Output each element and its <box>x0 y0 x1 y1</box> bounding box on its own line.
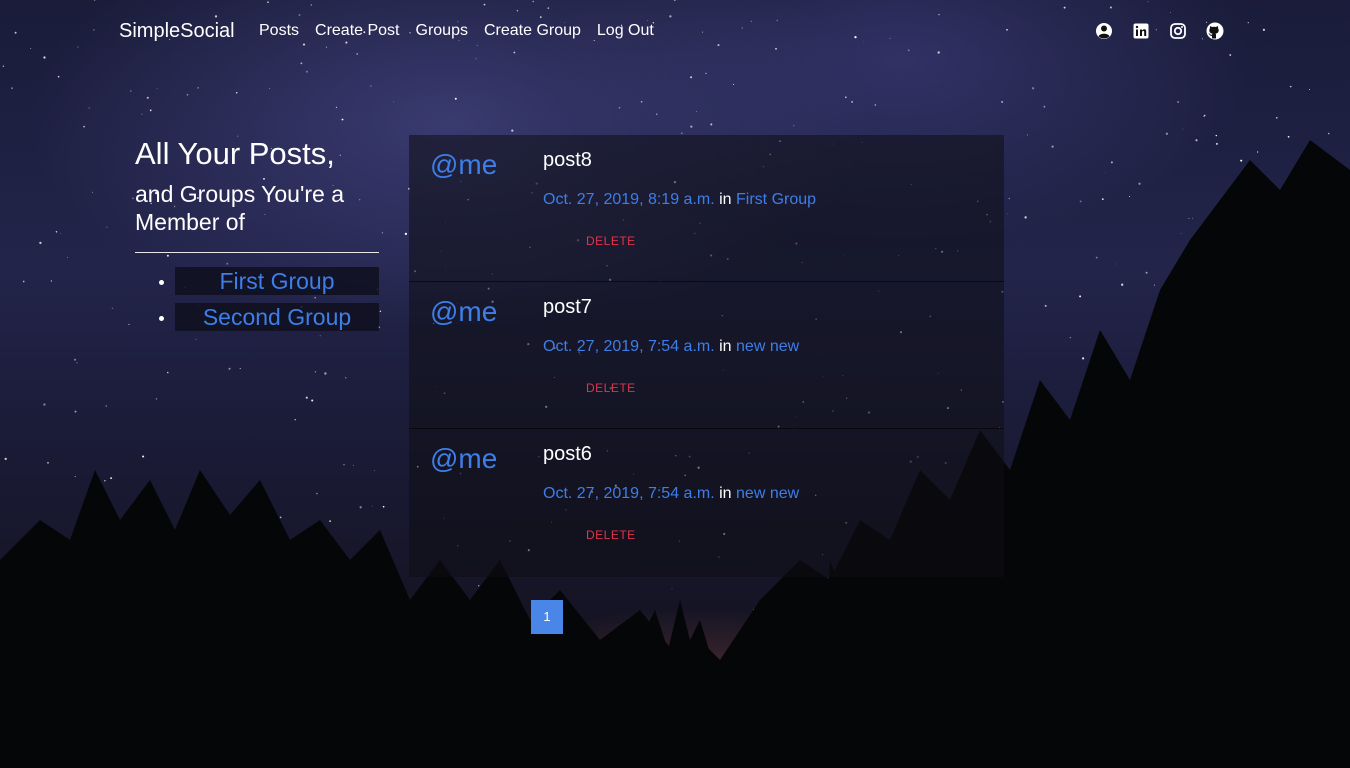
group-link-first-group[interactable]: First Group <box>175 267 379 295</box>
post-meta: Oct. 27, 2019, 7:54 a.m. in new new <box>543 485 799 503</box>
post-meta: Oct. 27, 2019, 7:54 a.m. in new new <box>543 338 799 356</box>
nav-link-groups[interactable]: Groups <box>416 22 468 40</box>
sidebar-subtitle: and Groups You're a Member of <box>135 181 344 235</box>
in-label: in <box>719 338 732 355</box>
sidebar: All Your Posts, and Groups You're a Memb… <box>135 136 379 339</box>
post-author-link[interactable]: @me <box>430 296 497 328</box>
social-links <box>1094 21 1225 41</box>
post-list: @me post8 Oct. 27, 2019, 8:19 a.m. in Fi… <box>409 135 1004 577</box>
group-link-second-group[interactable]: Second Group <box>175 303 379 331</box>
sidebar-title: All Your Posts, <box>135 136 335 171</box>
post-author-link[interactable]: @me <box>430 149 497 181</box>
delete-button[interactable]: DELETE <box>586 381 636 395</box>
github-icon[interactable] <box>1205 21 1225 41</box>
user-circle-icon[interactable] <box>1094 21 1114 41</box>
in-label: in <box>719 485 732 502</box>
sidebar-divider <box>135 252 379 253</box>
nav-link-create-group[interactable]: Create Group <box>484 22 581 40</box>
list-item: Second Group <box>159 303 379 331</box>
post-group-link[interactable]: First Group <box>736 191 816 208</box>
post-title: post6 <box>543 443 592 465</box>
post-date-link[interactable]: Oct. 27, 2019, 8:19 a.m. <box>543 191 715 208</box>
nav-link-log-out[interactable]: Log Out <box>597 22 654 40</box>
post-group-link[interactable]: new new <box>736 485 799 502</box>
page-button-current[interactable]: 1 <box>531 600 563 634</box>
linkedin-icon[interactable] <box>1131 21 1151 41</box>
post-item: @me post8 Oct. 27, 2019, 8:19 a.m. in Fi… <box>409 135 1004 282</box>
post-meta: Oct. 27, 2019, 8:19 a.m. in First Group <box>543 191 816 209</box>
post-item: @me post6 Oct. 27, 2019, 7:54 a.m. in ne… <box>409 429 1004 577</box>
post-title: post7 <box>543 296 592 318</box>
top-navbar: SimpleSocial Posts Create Post Groups Cr… <box>0 0 1350 64</box>
post-group-link[interactable]: new new <box>736 338 799 355</box>
group-list: First Group Second Group <box>135 267 379 331</box>
nav-links: Posts Create Post Groups Create Group Lo… <box>259 22 654 40</box>
brand-link[interactable]: SimpleSocial <box>119 20 235 43</box>
delete-button[interactable]: DELETE <box>586 528 636 542</box>
post-author-link[interactable]: @me <box>430 443 497 475</box>
list-item: First Group <box>159 267 379 295</box>
delete-button[interactable]: DELETE <box>586 234 636 248</box>
pagination: 1 <box>531 600 563 634</box>
nav-link-create-post[interactable]: Create Post <box>315 22 399 40</box>
in-label: in <box>719 191 732 208</box>
nav-link-posts[interactable]: Posts <box>259 22 299 40</box>
post-item: @me post7 Oct. 27, 2019, 7:54 a.m. in ne… <box>409 282 1004 429</box>
instagram-icon[interactable] <box>1168 21 1188 41</box>
post-date-link[interactable]: Oct. 27, 2019, 7:54 a.m. <box>543 485 715 502</box>
post-title: post8 <box>543 149 592 171</box>
post-date-link[interactable]: Oct. 27, 2019, 7:54 a.m. <box>543 338 715 355</box>
